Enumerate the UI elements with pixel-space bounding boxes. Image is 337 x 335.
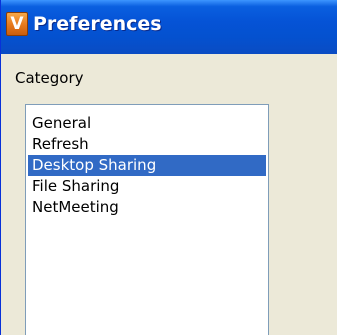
preferences-window: V Preferences Category General Refresh D…	[0, 0, 337, 335]
app-icon[interactable]: V	[6, 12, 28, 36]
window-title: Preferences	[33, 13, 162, 35]
title-bar[interactable]: V Preferences	[1, 0, 337, 54]
category-item-refresh[interactable]: Refresh	[28, 134, 266, 155]
category-list: General Refresh Desktop Sharing File Sha…	[28, 113, 266, 218]
category-label: Category	[15, 69, 84, 87]
category-item-general[interactable]: General	[28, 113, 266, 134]
category-item-file-sharing[interactable]: File Sharing	[28, 176, 266, 197]
category-item-netmeeting[interactable]: NetMeeting	[28, 197, 266, 218]
category-item-desktop-sharing[interactable]: Desktop Sharing	[28, 155, 266, 176]
category-listbox[interactable]: General Refresh Desktop Sharing File Sha…	[25, 104, 269, 335]
app-icon-letter: V	[10, 13, 24, 34]
